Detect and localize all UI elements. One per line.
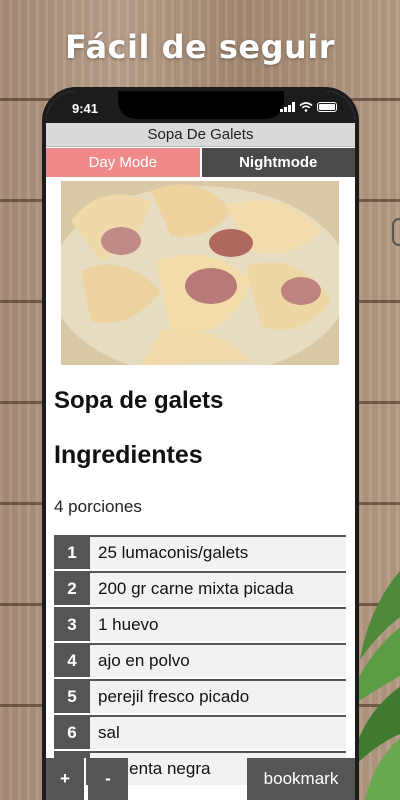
phone-screen: 9:41 Sopa De Galets Day Mode Nightmode S… bbox=[46, 91, 355, 800]
tab-day-mode[interactable]: Day Mode bbox=[46, 148, 200, 177]
servings-text: 4 porciones bbox=[54, 497, 142, 516]
ingredient-row: 6 sal bbox=[54, 715, 346, 749]
ingredient-text: perejil fresco picado bbox=[98, 687, 250, 706]
ingredient-row: 5 perejil fresco picado bbox=[54, 679, 346, 713]
ingredient-number: 3 bbox=[54, 609, 90, 641]
decrease-font-button[interactable]: - bbox=[88, 758, 128, 800]
increase-font-button[interactable]: + bbox=[46, 758, 86, 800]
phone-notch bbox=[118, 91, 284, 119]
phone-frame: 9:41 Sopa De Galets Day Mode Nightmode S… bbox=[42, 87, 359, 800]
ingredient-number: 1 bbox=[54, 537, 90, 569]
dish-photo bbox=[61, 181, 339, 365]
promo-headline: Fácil de seguir bbox=[64, 28, 336, 66]
decor-knob bbox=[392, 218, 400, 246]
ingredient-number: 5 bbox=[54, 681, 90, 713]
recipe-title: Sopa de galets bbox=[54, 387, 224, 414]
ingredient-number: 2 bbox=[54, 573, 90, 605]
ingredient-text: sal bbox=[98, 723, 120, 742]
battery-icon bbox=[317, 102, 337, 112]
ingredient-row: 4 ajo en polvo bbox=[54, 643, 346, 677]
tab-nightmode[interactable]: Nightmode bbox=[199, 148, 355, 177]
ingredient-row: 3 1 huevo bbox=[54, 607, 346, 641]
status-time: 9:41 bbox=[72, 101, 99, 116]
ingredient-row: 2 200 gr carne mixta picada bbox=[54, 571, 346, 605]
ingredients-heading: Ingredientes bbox=[54, 441, 203, 469]
ingredient-list: 1 25 lumaconis/galets 2 200 gr carne mix… bbox=[54, 535, 346, 787]
ingredient-number: 6 bbox=[54, 717, 90, 749]
ingredient-number: 4 bbox=[54, 645, 90, 677]
ingredient-text: 1 huevo bbox=[98, 615, 159, 634]
wifi-icon bbox=[299, 102, 313, 112]
signal-icon bbox=[280, 102, 295, 112]
app-title: Sopa De Galets bbox=[46, 123, 355, 147]
recipe-content[interactable]: Sopa de galets Ingredientes 4 porciones … bbox=[46, 177, 355, 800]
mode-tabs: Day Mode Nightmode bbox=[46, 148, 355, 177]
ingredient-text: 200 gr carne mixta picada bbox=[98, 579, 294, 598]
bottom-bar: + - bookmark bbox=[46, 758, 355, 800]
status-icons bbox=[280, 102, 337, 112]
ingredient-text: ajo en polvo bbox=[98, 651, 190, 670]
bookmark-button[interactable]: bookmark bbox=[247, 758, 355, 800]
status-bar: 9:41 bbox=[46, 91, 355, 123]
ingredient-text: 25 lumaconis/galets bbox=[98, 543, 249, 562]
ingredient-row: 1 25 lumaconis/galets bbox=[54, 535, 346, 569]
